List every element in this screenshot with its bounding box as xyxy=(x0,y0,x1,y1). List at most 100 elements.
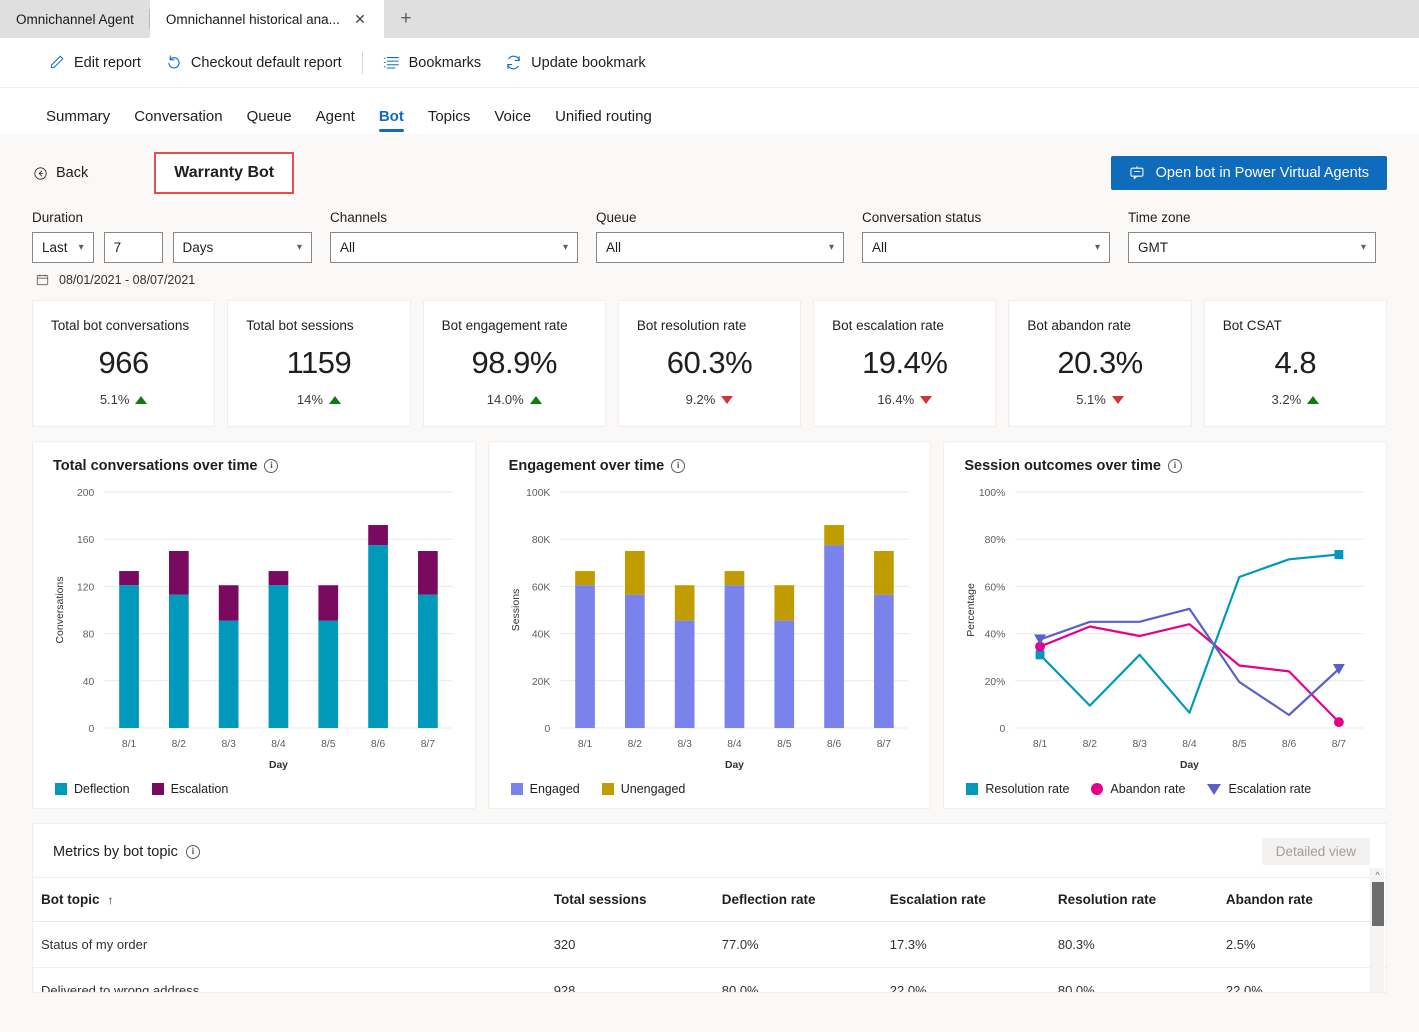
info-icon[interactable]: i xyxy=(671,459,686,473)
column-label: Bot topic xyxy=(41,892,100,907)
chat-bot-icon xyxy=(1129,165,1146,182)
tab-agent[interactable]: Agent xyxy=(304,108,367,134)
browser-tab-historical-analytics[interactable]: Omnichannel historical ana... ✕ xyxy=(149,0,384,38)
chart-plot-area: 0 40 80 120 160 200 8/1 8/2 8/3 8/4 8/5 8/6 8/7 Day Co… xyxy=(47,480,461,780)
tab-summary[interactable]: Summary xyxy=(34,108,122,134)
legend-swatch xyxy=(151,783,164,795)
detailed-view-button[interactable]: Detailed view xyxy=(1261,838,1370,865)
tab-voice[interactable]: Voice xyxy=(482,108,543,134)
kpi-bot-csat: Bot CSAT 4.8 3.2% xyxy=(1203,300,1387,427)
table-header-row: Bot topic ↑ Total sessions Deflection rat… xyxy=(33,878,1386,922)
info-icon[interactable]: i xyxy=(264,459,279,473)
kpi-bot-abandon-rate: Bot abandon rate 20.3% 5.1% xyxy=(1008,300,1192,427)
legend-item-abandon-rate[interactable]: Abandon rate xyxy=(1091,782,1185,796)
tab-bot[interactable]: Bot xyxy=(367,108,416,134)
table-header-bar: Metrics by bot topic i Detailed view xyxy=(33,824,1386,878)
channels-select[interactable]: All ▾ xyxy=(330,232,578,263)
svg-text:80K: 80K xyxy=(532,535,550,546)
table-row[interactable]: Delivered to wrong address 928 80.0% 22.… xyxy=(33,967,1386,992)
info-icon[interactable]: i xyxy=(185,844,200,859)
column-header-abandon-rate[interactable]: Abandon rate xyxy=(1217,878,1386,922)
close-icon[interactable]: ✕ xyxy=(352,11,368,27)
scrollbar-thumb[interactable] xyxy=(1371,882,1384,926)
svg-text:8/2: 8/2 xyxy=(627,739,642,750)
charts-row: Total conversations over time i 0 40 80 120… xyxy=(0,427,1419,809)
kpi-title: Bot CSAT xyxy=(1222,318,1282,333)
chart-total-conversations-over-time: Total conversations over time i 0 40 80 120… xyxy=(32,441,476,809)
queue-select[interactable]: All ▾ xyxy=(596,232,844,263)
conversation-status-select[interactable]: All ▾ xyxy=(862,232,1110,263)
trend-up-icon xyxy=(135,395,148,404)
cell-bot-topic: Status of my order xyxy=(33,921,546,968)
duration-range-select[interactable]: Last ▾ xyxy=(32,232,94,263)
cell-resolution-rate: 80.3% xyxy=(1049,921,1218,968)
channels-label: Channels xyxy=(330,210,388,225)
kpi-card-row: Total bot conversations 966 5.1% Total b… xyxy=(0,288,1419,427)
scroll-up-icon[interactable]: ^ xyxy=(1371,868,1384,882)
duration-amount-input[interactable]: 7 xyxy=(103,232,163,263)
legend-swatch xyxy=(510,783,523,795)
plus-icon[interactable]: + xyxy=(384,0,428,38)
column-header-deflection-rate[interactable]: Deflection rate xyxy=(713,878,882,922)
cell-escalation-rate: 22.0% xyxy=(881,967,1050,992)
svg-text:8/2: 8/2 xyxy=(172,739,187,750)
browser-tab-omnichannel-agent[interactable]: Omnichannel Agent xyxy=(0,0,150,38)
column-header-escalation-rate[interactable]: Escalation rate xyxy=(881,878,1050,922)
chevron-down-icon: ▾ xyxy=(562,242,568,253)
back-button[interactable]: Back xyxy=(32,165,88,182)
trend-down-icon xyxy=(920,395,933,404)
trend-up-icon xyxy=(529,395,542,404)
chart-title-text: Session outcomes over time xyxy=(964,458,1161,474)
svg-text:8/6: 8/6 xyxy=(1282,739,1297,750)
chart-plot-area: 0 20K 40K 60K 80K 100K 8/1 8/2 8/3 8/4 8/5 8/6 8/7 Da… xyxy=(503,480,917,780)
update-bookmark-button[interactable]: Update bookmark xyxy=(493,48,657,77)
undo-icon xyxy=(165,54,182,71)
tab-unified-routing[interactable]: Unified routing xyxy=(543,108,664,134)
kpi-delta-value: 3.2% xyxy=(1271,392,1302,407)
kpi-value: 4.8 xyxy=(1274,345,1317,380)
table-title: Metrics by bot topic xyxy=(53,843,178,860)
cell-total-sessions: 320 xyxy=(545,921,714,968)
list-icon xyxy=(383,54,400,71)
legend-item-engaged[interactable]: Engaged xyxy=(510,782,580,796)
checkout-default-report-button[interactable]: Checkout default report xyxy=(153,48,354,77)
svg-text:8/1: 8/1 xyxy=(1033,739,1048,750)
kpi-title: Bot escalation rate xyxy=(832,318,944,333)
tab-queue[interactable]: Queue xyxy=(235,108,304,134)
table-row[interactable]: Status of my order 320 77.0% 17.3% 80.3%… xyxy=(33,921,1386,968)
open-bot-in-power-virtual-agents-button[interactable]: Open bot in Power Virtual Agents xyxy=(1110,156,1387,190)
chevron-down-icon: ▾ xyxy=(78,242,84,253)
time-zone-select[interactable]: GMT ▾ xyxy=(1128,232,1376,263)
kpi-title: Total bot conversations xyxy=(51,318,190,333)
report-nav-tabs: Summary Conversation Queue Agent Bot Top… xyxy=(0,88,1419,134)
column-header-total-sessions[interactable]: Total sessions xyxy=(545,878,714,922)
table-vertical-scrollbar[interactable]: ^ xyxy=(1370,868,1384,992)
column-header-resolution-rate[interactable]: Resolution rate xyxy=(1049,878,1218,922)
cell-abandon-rate: 2.5% xyxy=(1217,921,1386,968)
legend-item-deflection[interactable]: Deflection xyxy=(55,782,130,796)
legend-item-escalation-rate[interactable]: Escalation rate xyxy=(1207,782,1311,796)
bookmarks-label: Bookmarks xyxy=(408,54,482,71)
bookmarks-button[interactable]: Bookmarks xyxy=(371,48,494,77)
svg-text:8/3: 8/3 xyxy=(677,739,692,750)
kpi-total-bot-conversations: Total bot conversations 966 5.1% xyxy=(32,300,216,427)
legend-label: Abandon rate xyxy=(1110,782,1186,796)
column-header-bot-topic[interactable]: Bot topic ↑ xyxy=(33,878,546,922)
svg-text:8/6: 8/6 xyxy=(371,739,386,750)
tab-conversation[interactable]: Conversation xyxy=(122,108,234,134)
info-icon[interactable]: i xyxy=(1167,459,1182,473)
legend-item-unengaged[interactable]: Unengaged xyxy=(601,782,685,796)
filter-time-zone: Time zone GMT ▾ xyxy=(1128,210,1376,263)
legend-item-resolution-rate[interactable]: Resolution rate xyxy=(966,782,1069,796)
tab-topics[interactable]: Topics xyxy=(416,108,483,134)
edit-report-button[interactable]: Edit report xyxy=(36,48,153,77)
svg-text:Sessions: Sessions xyxy=(510,589,521,632)
kpi-title: Bot resolution rate xyxy=(636,318,747,333)
kpi-bot-engagement-rate: Bot engagement rate 98.9% 14.0% xyxy=(422,300,606,427)
kpi-value: 98.9% xyxy=(471,345,558,380)
legend-item-escalation[interactable]: Escalation xyxy=(151,782,228,796)
kpi-delta: 3.2% xyxy=(1272,392,1320,407)
chevron-down-icon: ▾ xyxy=(1094,242,1100,253)
kpi-delta-value: 9.2% xyxy=(685,392,716,407)
duration-unit-select[interactable]: Days ▾ xyxy=(172,232,312,263)
